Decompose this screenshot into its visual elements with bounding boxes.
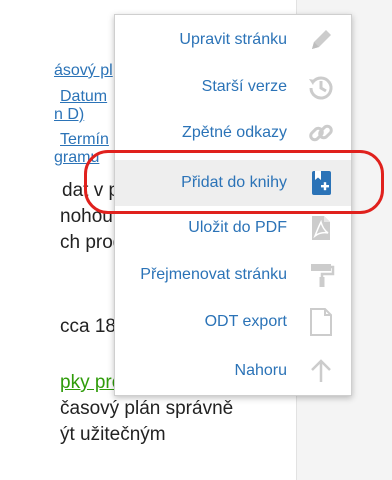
menu-item-label: Zpětné odkazy <box>182 124 287 141</box>
menu-item-backlinks[interactable]: Zpětné odkazy <box>115 110 351 156</box>
menu-item-add-to-book[interactable]: Přidat do knihy <box>115 160 351 206</box>
menu-item-older-versions[interactable]: Starší verze <box>115 64 351 110</box>
document-icon <box>307 308 335 336</box>
menu-item-rename-page[interactable]: Přejmenovat stránku <box>115 252 351 298</box>
menu-item-label: Nahoru <box>234 362 287 379</box>
pdf-icon <box>307 214 335 242</box>
paragraph-text: dat v p <box>62 180 120 201</box>
history-icon <box>307 73 335 101</box>
menu-item-edit-page[interactable]: Upravit stránku <box>115 17 351 63</box>
menu-item-odt-export[interactable]: ODT export <box>115 299 351 345</box>
content-link[interactable]: Termín <box>60 131 109 149</box>
content-link[interactable]: ásový pl <box>54 62 113 80</box>
book-add-icon <box>307 169 335 197</box>
link-icon <box>307 119 335 147</box>
paragraph-text: časový plán správně <box>60 398 234 419</box>
paint-roller-icon <box>307 261 335 289</box>
green-link[interactable]: pky pro <box>60 372 122 394</box>
paragraph-text: nohou <box>60 206 113 227</box>
page-tools-menu: Upravit stránku Starší verze Zpětné odka… <box>114 14 352 396</box>
pencil-icon <box>307 26 335 54</box>
menu-item-label: Upravit stránku <box>179 31 287 48</box>
menu-item-label: Uložit do PDF <box>188 219 287 236</box>
paragraph-text: ýt užitečným <box>60 424 166 445</box>
menu-item-save-pdf[interactable]: Uložit do PDF <box>115 205 351 251</box>
content-link[interactable]: Datum <box>60 88 107 106</box>
paragraph-text: cca 18 <box>60 316 116 337</box>
content-link[interactable]: gramu <box>54 149 99 167</box>
menu-item-label: Přejmenovat stránku <box>140 266 287 283</box>
content-link[interactable]: n D) <box>54 106 84 124</box>
menu-item-label: ODT export <box>204 313 287 330</box>
menu-item-label: Starší verze <box>201 78 287 95</box>
menu-item-go-top[interactable]: Nahoru <box>115 348 351 394</box>
arrow-up-icon <box>307 357 335 385</box>
menu-item-label: Přidat do knihy <box>181 174 287 191</box>
